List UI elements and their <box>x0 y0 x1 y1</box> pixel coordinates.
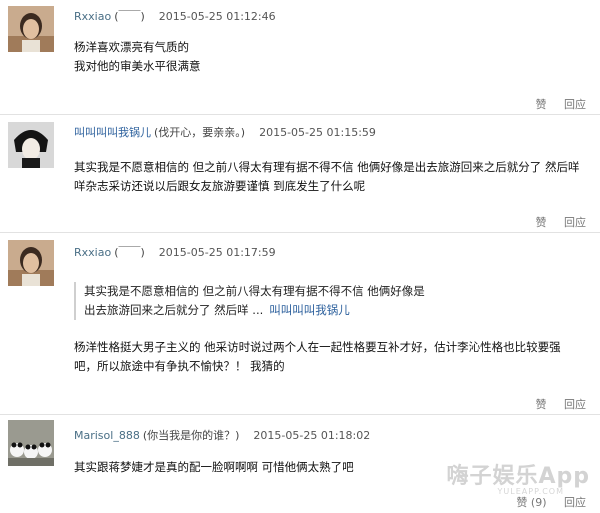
reply-button[interactable]: 回应 <box>564 496 586 509</box>
avatar[interactable] <box>8 240 54 286</box>
comment-timestamp: 2015-05-25 01:15:59 <box>259 126 376 139</box>
author-signature: (你当我是你的谁？) <box>142 429 240 442</box>
like-button[interactable]: 赞 <box>536 98 547 111</box>
quote-line: 其实我是不愿意相信的 但之前八得太有理有据不得不信 他俩好像是 <box>84 284 425 298</box>
avatar-photo-icon <box>8 6 54 52</box>
watermark-url: YULEAPP.COM <box>497 487 564 496</box>
avatar-pandas-icon <box>8 420 54 466</box>
comment-text: 杨洋性格挺大男子主义的 他采访时说过两个人在一起性格要互补才好，估计李沁性格也比… <box>74 338 561 376</box>
comment-author[interactable]: Marisol_888 <box>74 429 140 442</box>
like-button[interactable]: 赞 (9) <box>516 496 546 509</box>
like-button[interactable]: 赞 <box>536 398 547 411</box>
avatar-anime-icon <box>8 122 54 168</box>
comment-line: 其实跟蒋梦婕才是真的配一脸啊啊啊 可惜他俩太熟了吧 <box>74 460 354 474</box>
quote-line: 出去旅游回来之后就分了 然后咩 ... <box>84 303 264 317</box>
divider <box>0 414 600 415</box>
reply-button[interactable]: 回应 <box>564 216 586 229</box>
comment-line: 杨洋喜欢漂亮有气质的 <box>74 40 189 54</box>
comment-line: 咩杂志采访还说以后跟女友旅游要谨慎 到底发生了什么呢 <box>74 179 366 193</box>
author-signature: (伐开心，要亲亲。) <box>154 126 246 139</box>
author-signature: (￣￣) <box>114 10 145 23</box>
watermark-logo: 嗨子娱乐App <box>446 464 590 489</box>
comment-text: 其实我是不愿意相信的 但之前八得太有理有据不得不信 他俩好像是出去旅游回来之后就… <box>74 158 579 196</box>
comment-line: 其实我是不愿意相信的 但之前八得太有理有据不得不信 他俩好像是出去旅游回来之后就… <box>74 160 580 174</box>
reply-button[interactable]: 回应 <box>564 98 586 111</box>
divider <box>0 232 600 233</box>
avatar[interactable] <box>8 420 54 466</box>
comment-timestamp: 2015-05-25 01:17:59 <box>158 246 276 259</box>
like-button[interactable]: 赞 <box>536 216 547 229</box>
comment-author[interactable]: Rxxiao <box>74 246 111 259</box>
comment-timestamp: 2015-05-25 01:18:02 <box>253 429 371 442</box>
comment-line: 我对他的审美水平很满意 <box>74 59 201 73</box>
avatar[interactable] <box>8 122 54 168</box>
comment-line: 吧，所以旅途中有争执不愉快？！ 我猜的 <box>74 359 285 373</box>
author-signature: (￣￣) <box>114 246 145 259</box>
comment-timestamp: 2015-05-25 01:12:46 <box>158 10 276 23</box>
divider <box>0 114 600 115</box>
avatar-photo-icon <box>8 240 54 286</box>
comment-author[interactable]: 叫叫叫叫我锅儿 <box>74 126 151 139</box>
comment-author[interactable]: Rxxiao <box>74 10 111 23</box>
avatar[interactable] <box>8 6 54 52</box>
comment-line: 杨洋性格挺大男子主义的 他采访时说过两个人在一起性格要互补才好，估计李沁性格也比… <box>74 340 561 354</box>
reply-button[interactable]: 回应 <box>564 398 586 411</box>
quote-author-link[interactable]: 叫叫叫叫我锅儿 <box>269 303 350 317</box>
quoted-comment: 其实我是不愿意相信的 但之前八得太有理有据不得不信 他俩好像是 出去旅游回来之后… <box>74 282 425 320</box>
comment-text: 其实跟蒋梦婕才是真的配一脸啊啊啊 可惜他俩太熟了吧 <box>74 458 354 477</box>
comment-text: 杨洋喜欢漂亮有气质的 我对他的审美水平很满意 <box>74 38 201 76</box>
